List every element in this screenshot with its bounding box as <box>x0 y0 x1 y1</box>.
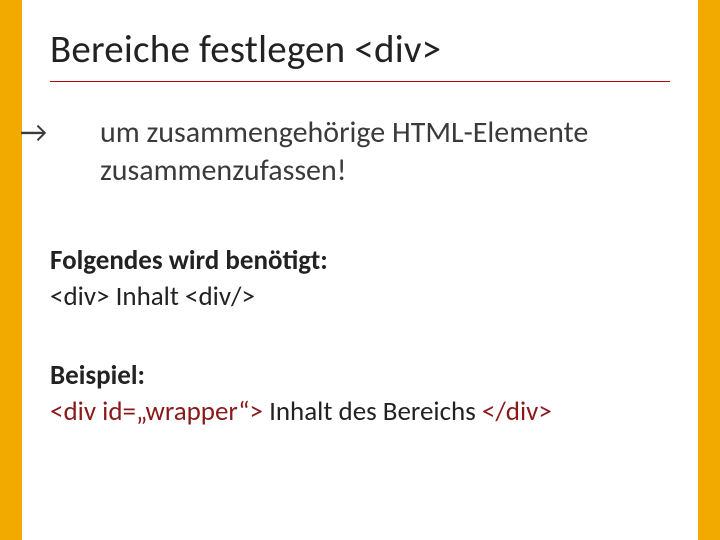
needed-block: Folgendes wird benötigt: <div> Inhalt <d… <box>50 243 670 316</box>
lead-paragraph: →um zusammengehörige HTML-Elemente zusam… <box>50 114 670 189</box>
lead-text: um zusammengehörige HTML-Elemente zusamm… <box>100 114 588 189</box>
example-close-tag: </div> <box>482 395 552 428</box>
needed-code: <div> Inhalt <div/> <box>50 279 670 315</box>
title-rule <box>50 81 670 82</box>
example-line: <div id=„wrapper“> Inhalt des Bereichs <… <box>50 394 670 430</box>
needed-label: Folgendes wird benötigt: <box>50 243 670 279</box>
slide-title: Bereiche festlegen <div> <box>50 26 670 73</box>
example-block: Beispiel: <div id=„wrapper“> Inhalt des … <box>50 358 670 431</box>
example-open-tag: <div id=„wrapper“> <box>50 395 263 428</box>
slide-body: Bereiche festlegen <div> →um zusammengeh… <box>22 0 698 540</box>
accent-stripe-left <box>0 0 22 540</box>
accent-stripe-right <box>698 0 720 540</box>
example-middle: Inhalt des Bereichs <box>263 395 482 428</box>
arrow-icon: → <box>60 114 100 152</box>
example-label: Beispiel: <box>50 358 670 394</box>
